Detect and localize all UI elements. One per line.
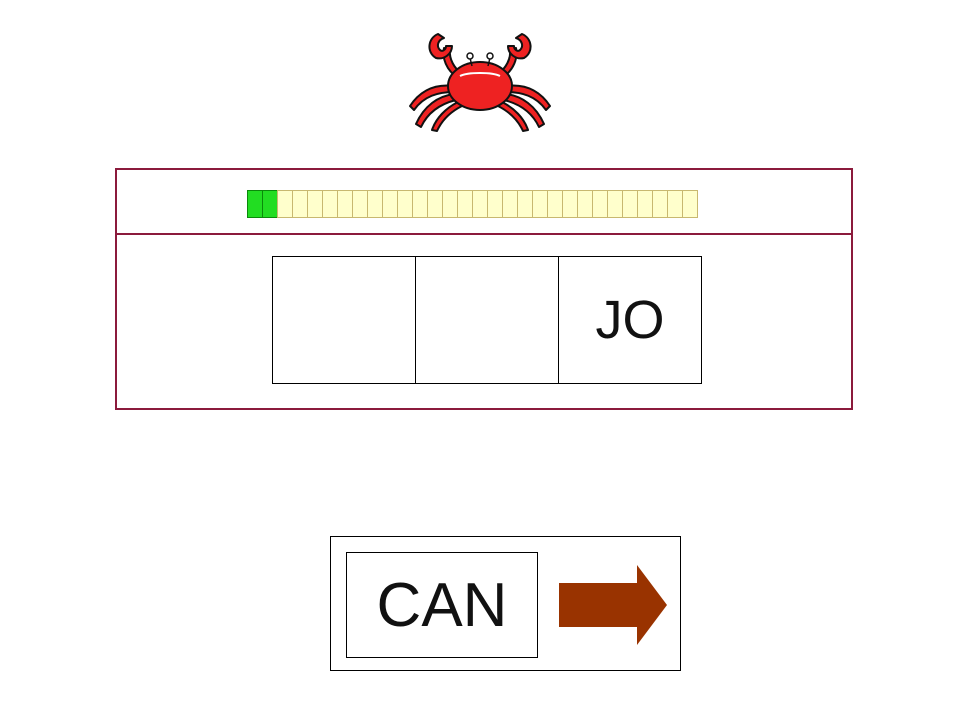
syllable-slot-2[interactable] <box>415 256 559 384</box>
progress-cell-pending <box>277 190 293 218</box>
progress-cell-pending <box>307 190 323 218</box>
progress-cell-pending <box>532 190 548 218</box>
progress-cell-pending <box>382 190 398 218</box>
progress-cell-complete <box>247 190 263 218</box>
progress-cell-pending <box>502 190 518 218</box>
progress-cell-pending <box>352 190 368 218</box>
progress-cell-pending <box>412 190 428 218</box>
syllable-slot-3[interactable]: JO <box>558 256 702 384</box>
progress-cell-pending <box>682 190 698 218</box>
word-card[interactable]: CAN <box>346 552 538 658</box>
right-arrow-icon[interactable] <box>557 565 667 645</box>
progress-cell-pending <box>367 190 383 218</box>
progress-cell-pending <box>547 190 563 218</box>
progress-cell-pending <box>577 190 593 218</box>
progress-cell-pending <box>457 190 473 218</box>
progress-cell-pending <box>637 190 653 218</box>
syllable-slots: JO <box>272 256 702 384</box>
progress-cell-pending <box>562 190 578 218</box>
progress-cell-pending <box>622 190 638 218</box>
game-panel: JO <box>115 168 853 410</box>
crab-icon <box>409 33 551 132</box>
progress-cell-pending <box>652 190 668 218</box>
panel-divider <box>117 233 851 235</box>
progress-cell-complete <box>262 190 278 218</box>
syllable-slot-1[interactable] <box>272 256 416 384</box>
progress-cell-pending <box>487 190 503 218</box>
progress-cell-pending <box>397 190 413 218</box>
progress-cell-pending <box>472 190 488 218</box>
progress-cell-pending <box>592 190 608 218</box>
progress-cell-pending <box>607 190 623 218</box>
progress-cell-pending <box>292 190 308 218</box>
progress-cell-pending <box>322 190 338 218</box>
progress-cell-pending <box>517 190 533 218</box>
progress-bar <box>247 190 698 218</box>
progress-cell-pending <box>667 190 683 218</box>
progress-cell-pending <box>427 190 443 218</box>
progress-cell-pending <box>337 190 353 218</box>
progress-cell-pending <box>442 190 458 218</box>
answer-box: CAN <box>330 536 681 671</box>
